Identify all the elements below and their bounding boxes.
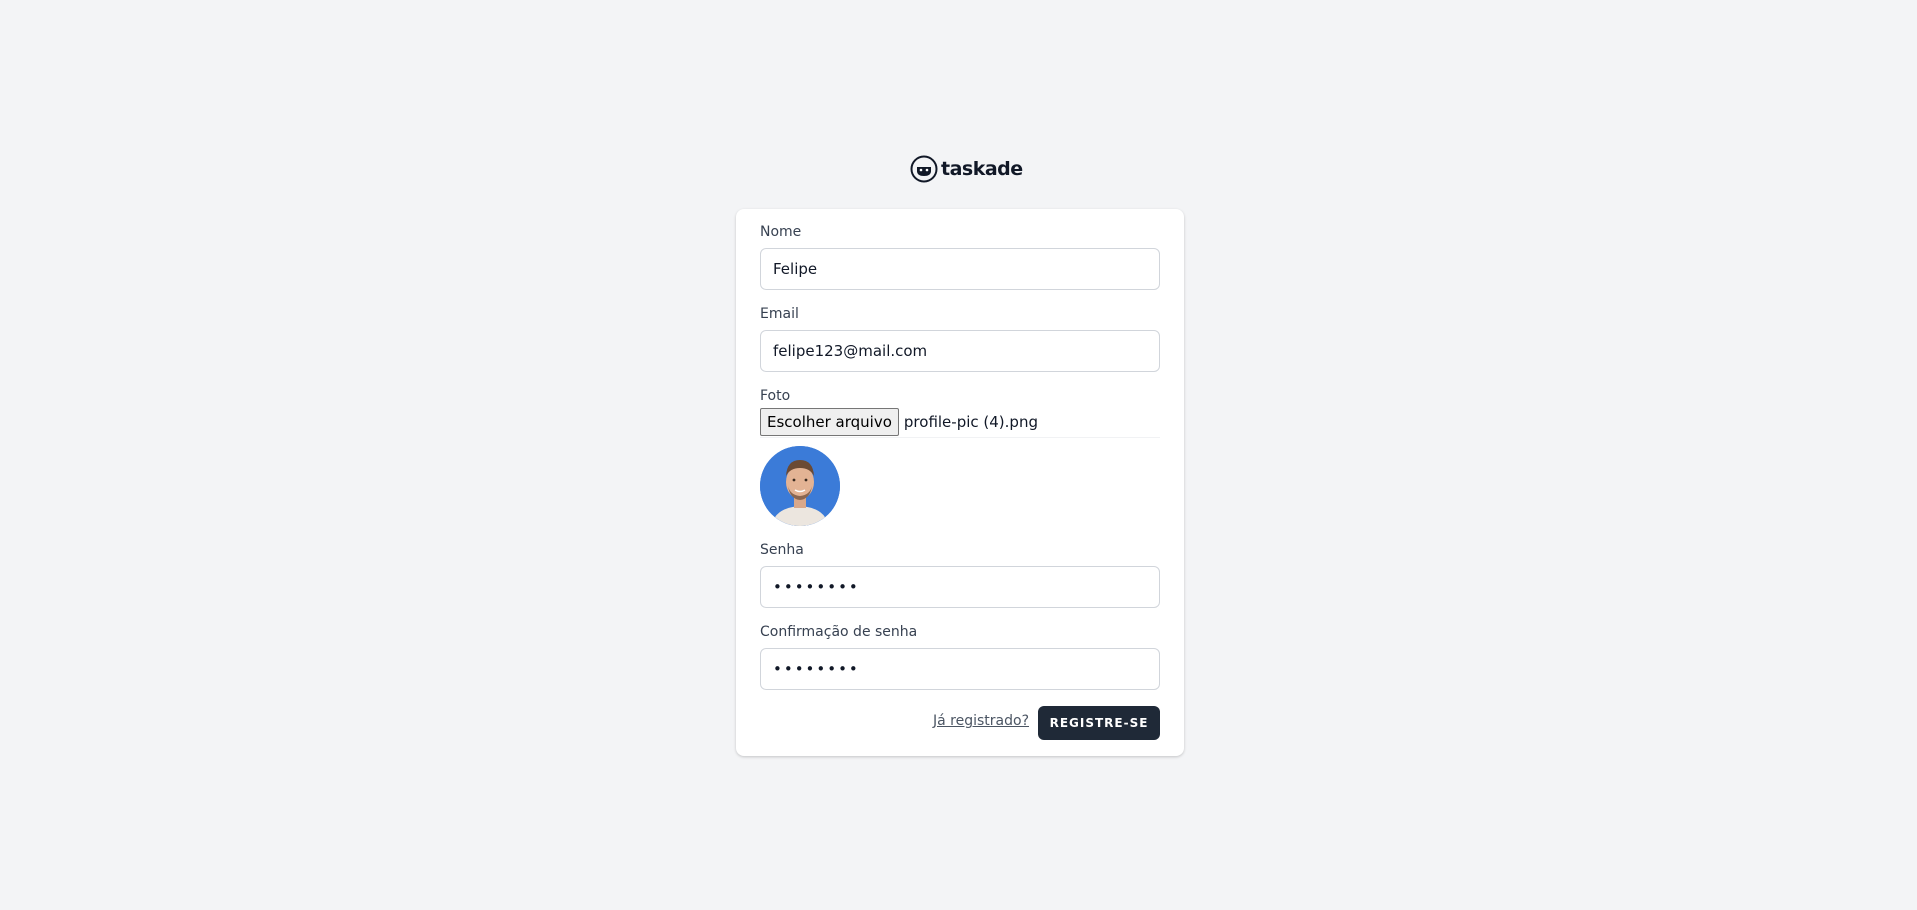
- brand-logo: taskade: [910, 155, 1023, 183]
- password-label: Senha: [760, 542, 804, 558]
- email-input[interactable]: [760, 330, 1160, 372]
- selected-file-name: profile-pic (4).png: [903, 413, 1038, 431]
- brand-name: taskade: [941, 158, 1023, 180]
- password-input[interactable]: [760, 566, 1160, 608]
- email-label: Email: [760, 306, 799, 322]
- avatar-preview: [760, 446, 840, 526]
- already-registered-link[interactable]: Já registrado?: [933, 713, 1029, 729]
- register-button[interactable]: REGISTRE-SE: [1038, 706, 1160, 740]
- register-card: Nome Email Foto Escolher arquivo profile…: [736, 209, 1184, 756]
- name-input[interactable]: [760, 248, 1160, 290]
- photo-label: Foto: [760, 388, 791, 404]
- password-confirm-label: Confirmação de senha: [760, 624, 918, 640]
- choose-file-button[interactable]: Escolher arquivo: [760, 408, 899, 436]
- photo-file-input: Escolher arquivo profile-pic (4).png: [760, 407, 1160, 438]
- taskade-logo-icon: [910, 155, 938, 183]
- name-label: Nome: [760, 224, 802, 240]
- avatar-image: [760, 446, 840, 526]
- password-confirm-input[interactable]: [760, 648, 1160, 690]
